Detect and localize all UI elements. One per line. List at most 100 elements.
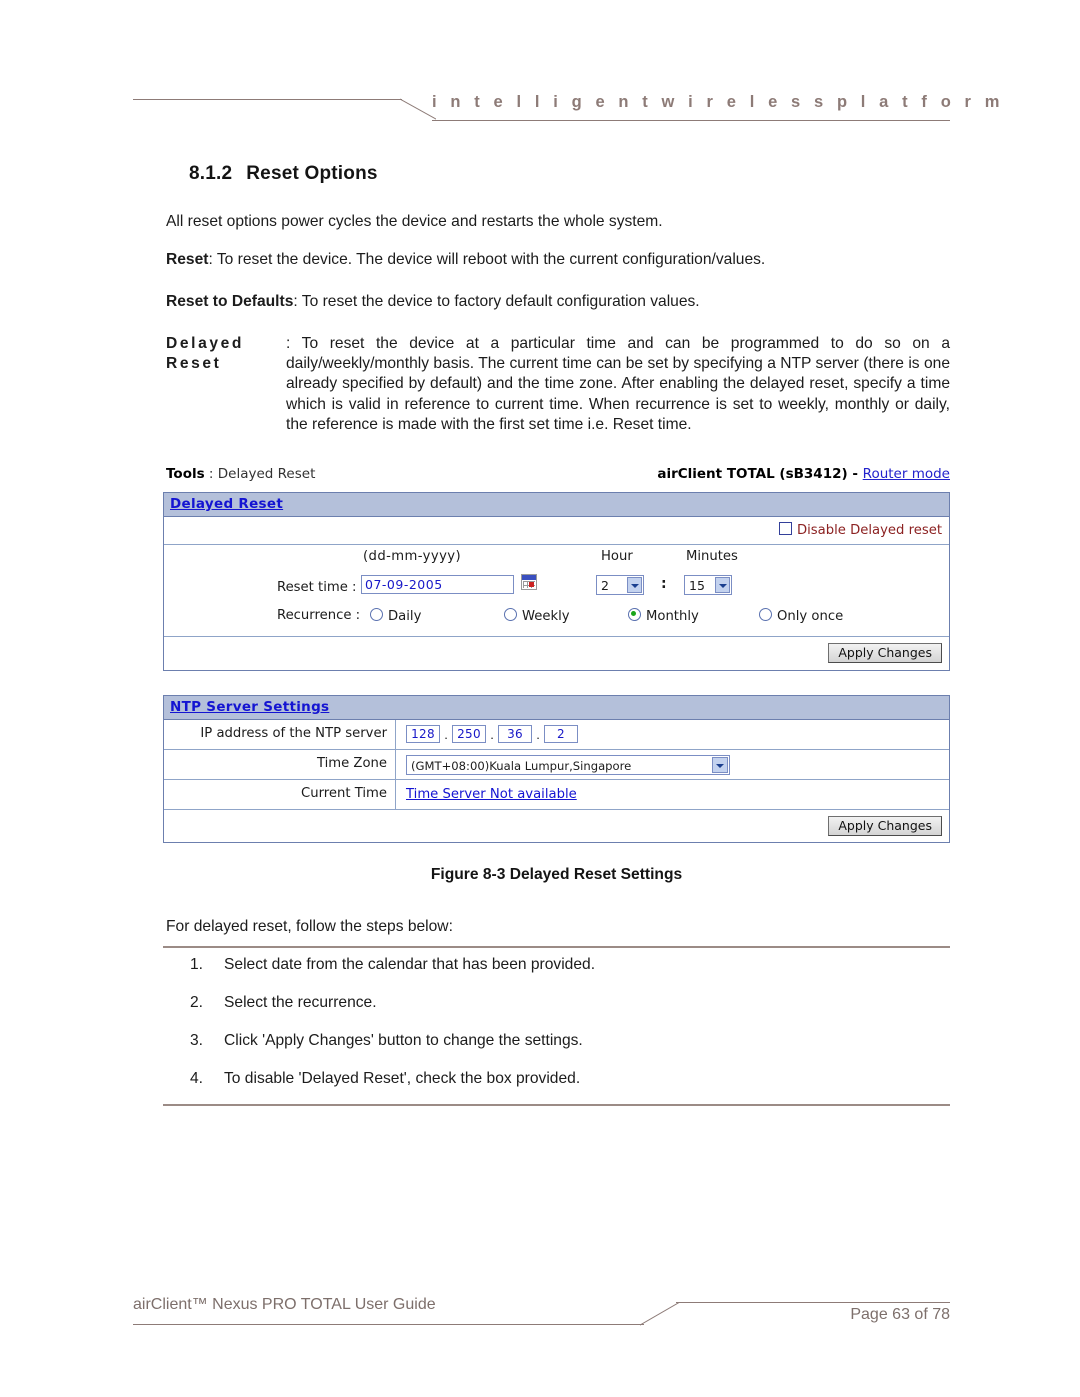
steps-intro: For delayed reset, follow the steps belo… [166, 918, 453, 935]
chevron-down-icon [712, 757, 728, 773]
paragraph-defaults-text: : To reset the device to factory default… [293, 293, 700, 310]
steps-divider-bottom [163, 1104, 950, 1106]
recurrence-option-daily[interactable]: Daily [370, 608, 421, 624]
delayed-reset-panel: Delayed Reset Disable Delayed reset (dd-… [163, 492, 950, 671]
ip-octet-3[interactable]: 36 [498, 725, 532, 743]
ntp-server-settings-panel: NTP Server Settings IP address of the NT… [163, 695, 950, 843]
paragraph-intro: All reset options power cycles the devic… [166, 213, 663, 230]
steps-divider-top [163, 946, 950, 948]
paragraph-reset-text: : To reset the device. The device will r… [208, 251, 766, 268]
paragraph-defaults-label: Reset to Defaults [166, 293, 294, 310]
chevron-down-icon [627, 577, 642, 593]
list-item: 1. Select date from the calendar that has… [190, 956, 595, 974]
reset-date-input[interactable]: 07-09-2005 [361, 575, 514, 594]
ntp-current-time-value: Time Server Not available [396, 780, 949, 809]
radio-icon-daily[interactable] [370, 608, 383, 621]
disable-delayed-reset-checkbox[interactable] [778, 522, 792, 535]
breadcrumb-current: Delayed Reset [217, 466, 316, 482]
delayed-reset-panel-title[interactable]: Delayed Reset [170, 496, 283, 512]
list-item-number: 1. [190, 956, 204, 973]
footer-rule-left [133, 1324, 644, 1325]
header-rule-right [432, 120, 950, 121]
ntp-current-time-label: Current Time [164, 780, 396, 809]
breadcrumb: Tools : Delayed Reset [166, 466, 315, 482]
ntp-ip-value: 128. 250. 36. 2 [396, 720, 949, 749]
recurrence-option-daily-label: Daily [388, 609, 422, 624]
ip-octet-4[interactable]: 2 [544, 725, 578, 743]
recurrence-option-weekly-label: Weekly [522, 609, 570, 624]
footer-rule-right [676, 1302, 950, 1303]
timezone-select[interactable]: (GMT+08:00)Kuala Lumpur,Singapore [406, 755, 730, 775]
disable-delayed-reset-row: Disable Delayed reset [164, 517, 949, 545]
ntp-apply-row: Apply Changes [164, 810, 949, 842]
time-separator: : [661, 576, 667, 592]
footer-page-number: Page 63 of 78 [850, 1306, 950, 1323]
time-server-status-link[interactable]: Time Server Not available [406, 787, 577, 802]
ntp-timezone-value: (GMT+08:00)Kuala Lumpur,Singapore [396, 750, 949, 779]
chevron-down-icon [715, 577, 730, 593]
ip-separator-2: . [490, 726, 494, 742]
reset-time-row: (dd-mm-yyyy) Hour Minutes Reset time : 0… [164, 545, 949, 637]
ntp-panel-title[interactable]: NTP Server Settings [170, 699, 329, 715]
breadcrumb-root: Tools [166, 466, 205, 482]
list-item: 4. To disable 'Delayed Reset', check the … [190, 1070, 580, 1088]
hour-select-value: 2 [601, 578, 609, 593]
ntp-panel-header: NTP Server Settings [164, 696, 949, 720]
disable-delayed-reset-label: Disable Delayed reset [796, 523, 942, 538]
paragraph-reset: Reset: To reset the device. The device w… [166, 250, 950, 270]
calendar-icon-marker [529, 582, 534, 587]
radio-icon-only-once[interactable] [759, 608, 772, 621]
footer-document-title: airClient™ Nexus PRO TOTAL User Guide [133, 1296, 436, 1313]
delayed-reset-panel-header: Delayed Reset [164, 493, 949, 517]
list-item: 2. Select the recurrence. [190, 994, 377, 1012]
list-item-number: 4. [190, 1070, 204, 1087]
header-tagline: i n t e l l i g e n t w i r e l e s s p … [432, 93, 1005, 111]
recurrence-option-only-once[interactable]: Only once [759, 608, 843, 624]
list-item-text: Click 'Apply Changes' button to change t… [224, 1032, 583, 1049]
paragraph-reset-defaults: Reset to Defaults: To reset the device t… [166, 292, 950, 312]
figure-topbar: Tools : Delayed Reset airClient TOTAL (s… [163, 466, 950, 492]
ip-octet-2[interactable]: 250 [452, 725, 486, 743]
header-rule-diagonal [400, 98, 436, 120]
figure-caption: Figure 8-3 Delayed Reset Settings [430, 866, 683, 883]
hour-column-header: Hour [601, 549, 633, 564]
ip-separator-3: . [536, 726, 540, 742]
hour-select[interactable]: 2 [596, 575, 644, 595]
router-mode-link[interactable]: Router mode [863, 466, 950, 482]
timezone-select-value: (GMT+08:00)Kuala Lumpur,Singapore [411, 759, 632, 773]
header-rule-left [133, 99, 402, 100]
list-item: 3. Click 'Apply Changes' button to change… [190, 1032, 583, 1050]
paragraph-reset-label: Reset [166, 251, 209, 268]
ip-octet-1[interactable]: 128 [406, 725, 440, 743]
section-title-text: Reset Options [246, 163, 378, 184]
delayed-reset-apply-button[interactable]: Apply Changes [828, 643, 942, 663]
section-number: 8.1.2 [189, 163, 233, 184]
recurrence-option-monthly[interactable]: Monthly [628, 608, 699, 624]
device-identity: airClient TOTAL (sB3412) - Router mode [657, 466, 950, 482]
calendar-icon[interactable] [521, 574, 537, 590]
ntp-apply-button[interactable]: Apply Changes [828, 816, 942, 836]
device-model: airClient TOTAL (sB3412) - [657, 466, 863, 482]
figure-delayed-reset-settings: Tools : Delayed Reset airClient TOTAL (s… [163, 466, 950, 843]
minutes-select[interactable]: 15 [684, 575, 732, 595]
ip-separator-1: . [444, 726, 448, 742]
ntp-timezone-row: Time Zone (GMT+08:00)Kuala Lumpur,Singap… [164, 750, 949, 780]
recurrence-option-monthly-label: Monthly [646, 609, 699, 624]
breadcrumb-separator: : [204, 466, 218, 482]
list-item-text: To disable 'Delayed Reset', check the bo… [224, 1070, 581, 1087]
minutes-select-value: 15 [689, 578, 705, 593]
paragraph-delayed-label: Delayed Reset [166, 335, 245, 373]
ntp-ip-label: IP address of the NTP server [164, 720, 396, 749]
paragraph-delayed-text: : To reset the device at a particular ti… [286, 335, 950, 433]
recurrence-option-only-once-label: Only once [777, 609, 844, 624]
reset-time-label: Reset time : [277, 580, 357, 595]
list-item-number: 3. [190, 1032, 204, 1049]
radio-icon-monthly[interactable] [628, 608, 641, 621]
paragraph-delayed-reset: Delayed Reset : To reset the device at a… [166, 334, 950, 435]
date-format-hint: (dd-mm-yyyy) [363, 549, 462, 564]
ntp-ip-row: IP address of the NTP server 128. 250. 36.… [164, 720, 949, 750]
section-heading: 8.1.2 Reset Options [189, 163, 378, 185]
recurrence-option-weekly[interactable]: Weekly [504, 608, 570, 624]
radio-icon-weekly[interactable] [504, 608, 517, 621]
ntp-current-time-row: Current Time Time Server Not available [164, 780, 949, 810]
